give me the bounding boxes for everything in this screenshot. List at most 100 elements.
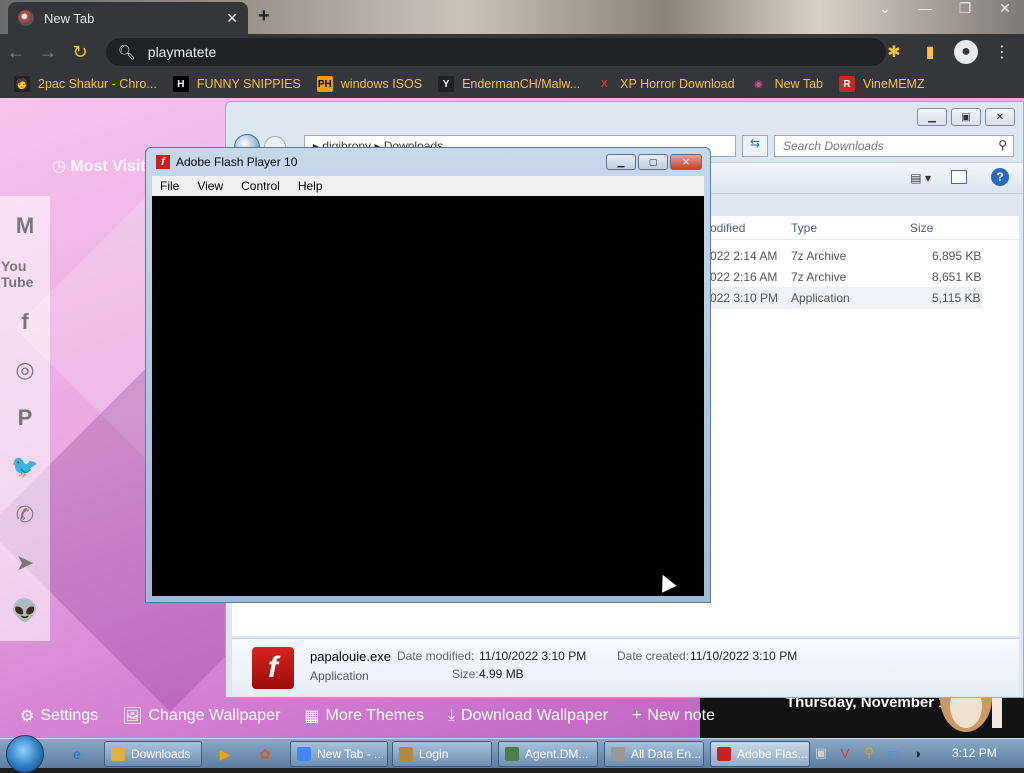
menu-file[interactable]: File [160, 179, 179, 193]
tray-search-icon[interactable]: ⚲ [860, 744, 878, 762]
taskbar-app-icon [399, 747, 413, 761]
tray-app-icon[interactable]: ▣ [812, 744, 830, 762]
refresh-icon[interactable]: ⇆ [742, 135, 768, 157]
close-button[interactable]: ✕ [992, 0, 1018, 17]
bookmark-label: windows ISOS [340, 77, 423, 91]
ntp-action-label: New note [647, 707, 715, 724]
taskbar-button-label: Adobe Flas... [737, 747, 808, 761]
internet-explorer-icon[interactable]: e [68, 745, 86, 763]
tab-search-icon[interactable]: ⌄ [872, 0, 898, 17]
gmail-icon[interactable]: M [8, 209, 42, 243]
bookmark-item[interactable]: PH windows ISOS [316, 76, 423, 92]
back-arrow-icon[interactable]: ← [0, 42, 32, 63]
explorer-titlebar: ▁ ▣ ✕ [226, 102, 1023, 132]
kebab-menu-icon[interactable]: ⋮ [990, 40, 1014, 64]
tab-strip: New Tab ✕ + ⌄ — ❐ ✕ [0, 0, 1024, 34]
menu-help[interactable]: Help [298, 179, 323, 193]
ntp-action-settings[interactable]: ⚙ Settings [20, 706, 98, 726]
bookmark-item[interactable]: 🧑 2pac Shakur - Chro... [14, 76, 157, 92]
restore-button[interactable]: ❐ [952, 0, 978, 17]
browser-window-controls: ⌄ — ❐ ✕ [872, 0, 1018, 17]
cell-modified: 022 2:16 AM [710, 270, 778, 284]
tab-close-icon[interactable]: ✕ [226, 10, 238, 27]
cell-size: 6,895 KB [932, 249, 982, 263]
tab-new-tab[interactable]: New Tab ✕ [8, 2, 248, 34]
whatsapp-icon[interactable]: ✆ [8, 498, 42, 532]
cell-modified: 022 3:10 PM [710, 291, 779, 305]
taskbar-button[interactable]: Login [392, 741, 492, 767]
instagram-icon[interactable]: ◎ [8, 353, 42, 387]
taskbar-button[interactable]: All Data En... [604, 741, 704, 767]
telegram-icon[interactable]: ➤ [8, 546, 42, 580]
taskbar-button[interactable]: Agent.DM... [498, 741, 598, 767]
views-dropdown-icon[interactable]: ▤ ▾ [910, 171, 931, 185]
cell-type: 7z Archive [791, 249, 847, 263]
detail-modified-label: Date modified: [397, 649, 475, 663]
start-button[interactable] [6, 735, 44, 773]
new-tab-button[interactable]: + [258, 5, 270, 28]
column-date-modified[interactable]: odified [710, 221, 745, 235]
taskbar-button[interactable]: New Tab - ... [290, 741, 388, 767]
media-player-icon[interactable]: ▶ [216, 745, 234, 763]
close-icon[interactable]: ✕ [985, 108, 1015, 126]
minimize-icon[interactable]: ▁ [606, 154, 636, 170]
taskbar-button[interactable]: Adobe Flas... [710, 741, 810, 767]
extensions-puzzle-icon[interactable]: ✱ [882, 40, 906, 64]
flash-stage[interactable] [152, 196, 704, 596]
ntp-action-more-themes[interactable]: ▦ More Themes [304, 706, 424, 726]
explorer-search-placeholder: Search Downloads [783, 139, 884, 153]
close-icon[interactable]: ✕ [670, 154, 702, 170]
bookmark-item[interactable]: ◉ New Tab [751, 76, 823, 92]
detail-filetype: Application [310, 669, 369, 683]
ntp-action-icon: + [632, 707, 642, 724]
bookmark-favicon-icon: PH [316, 76, 333, 92]
forward-arrow-icon[interactable]: → [32, 42, 64, 63]
tray-antivirus-icon[interactable]: V [836, 744, 854, 762]
bookmark-item[interactable]: X XP Horror Download [596, 76, 735, 92]
app-quicklaunch-icon[interactable]: ✿ [256, 745, 274, 763]
bookmark-item[interactable]: R VineMEMZ [839, 76, 925, 92]
address-bar-text: playmatete [147, 44, 217, 60]
taskbar-clock[interactable]: 3:12 PM [952, 746, 997, 760]
maximize-icon[interactable]: ▢ [638, 154, 668, 170]
explorer-search-input[interactable]: Search Downloads ⚲ [774, 135, 1014, 157]
system-tray: ▣ V ⚲ ▭ ◑ [812, 744, 926, 762]
tray-clock-app-icon[interactable]: ◑ [908, 744, 926, 762]
column-type[interactable]: Type [791, 221, 817, 235]
youtube-icon[interactable]: You Tube [1, 257, 49, 291]
taskbar-button-label: Agent.DM... [525, 747, 589, 761]
help-icon[interactable]: ? [991, 168, 1009, 186]
ntp-action-new-note[interactable]: + New note [632, 707, 715, 725]
tray-monitor-icon[interactable]: ▭ [884, 744, 902, 762]
flash-player-icon: f [156, 155, 170, 169]
detail-size-label: Size: [452, 667, 479, 681]
ntp-action-icon: ⤓ [447, 707, 456, 724]
reload-icon[interactable]: ↻ [64, 42, 96, 63]
ntp-action-label: Download Wallpaper [461, 707, 609, 724]
profile-avatar-icon[interactable]: ● [954, 40, 978, 64]
bookmark-favicon-icon: X [600, 78, 608, 90]
ntp-action-download-wallpaper[interactable]: ⤓ Download Wallpaper [448, 707, 608, 725]
bookmark-item[interactable]: H FUNNY SNIPPIES [172, 76, 301, 92]
pinterest-icon[interactable]: P [8, 401, 42, 435]
twitter-icon[interactable]: 🐦 [8, 450, 42, 484]
address-bar[interactable]: 🔍︎ playmatete [106, 38, 886, 66]
minimize-button[interactable]: — [912, 0, 938, 17]
bookmark-item[interactable]: Y EndermanCH/Malw... [438, 76, 580, 92]
flash-titlebar[interactable]: f Adobe Flash Player 10 ▁ ▢ ✕ [146, 148, 710, 176]
taskbar-button[interactable]: Downloads [104, 741, 202, 767]
bookmark-label: EndermanCH/Malw... [462, 77, 581, 91]
facebook-icon[interactable]: f [8, 305, 42, 339]
explorer-window-controls: ▁ ▣ ✕ [917, 108, 1015, 126]
reddit-icon[interactable]: 👽 [8, 594, 42, 628]
column-size[interactable]: Size [910, 221, 933, 235]
ntp-action-change-wallpaper[interactable]: 🖼 Change Wallpaper [122, 706, 280, 726]
cell-type: 7z Archive [791, 270, 847, 284]
search-icon: ⚲ [998, 138, 1007, 152]
menu-view[interactable]: View [197, 179, 223, 193]
side-panel-icon[interactable]: ▮ [918, 40, 942, 64]
menu-control[interactable]: Control [241, 179, 280, 193]
preview-pane-icon[interactable] [951, 170, 967, 184]
minimize-icon[interactable]: ▁ [917, 108, 947, 126]
maximize-icon[interactable]: ▣ [951, 108, 981, 126]
